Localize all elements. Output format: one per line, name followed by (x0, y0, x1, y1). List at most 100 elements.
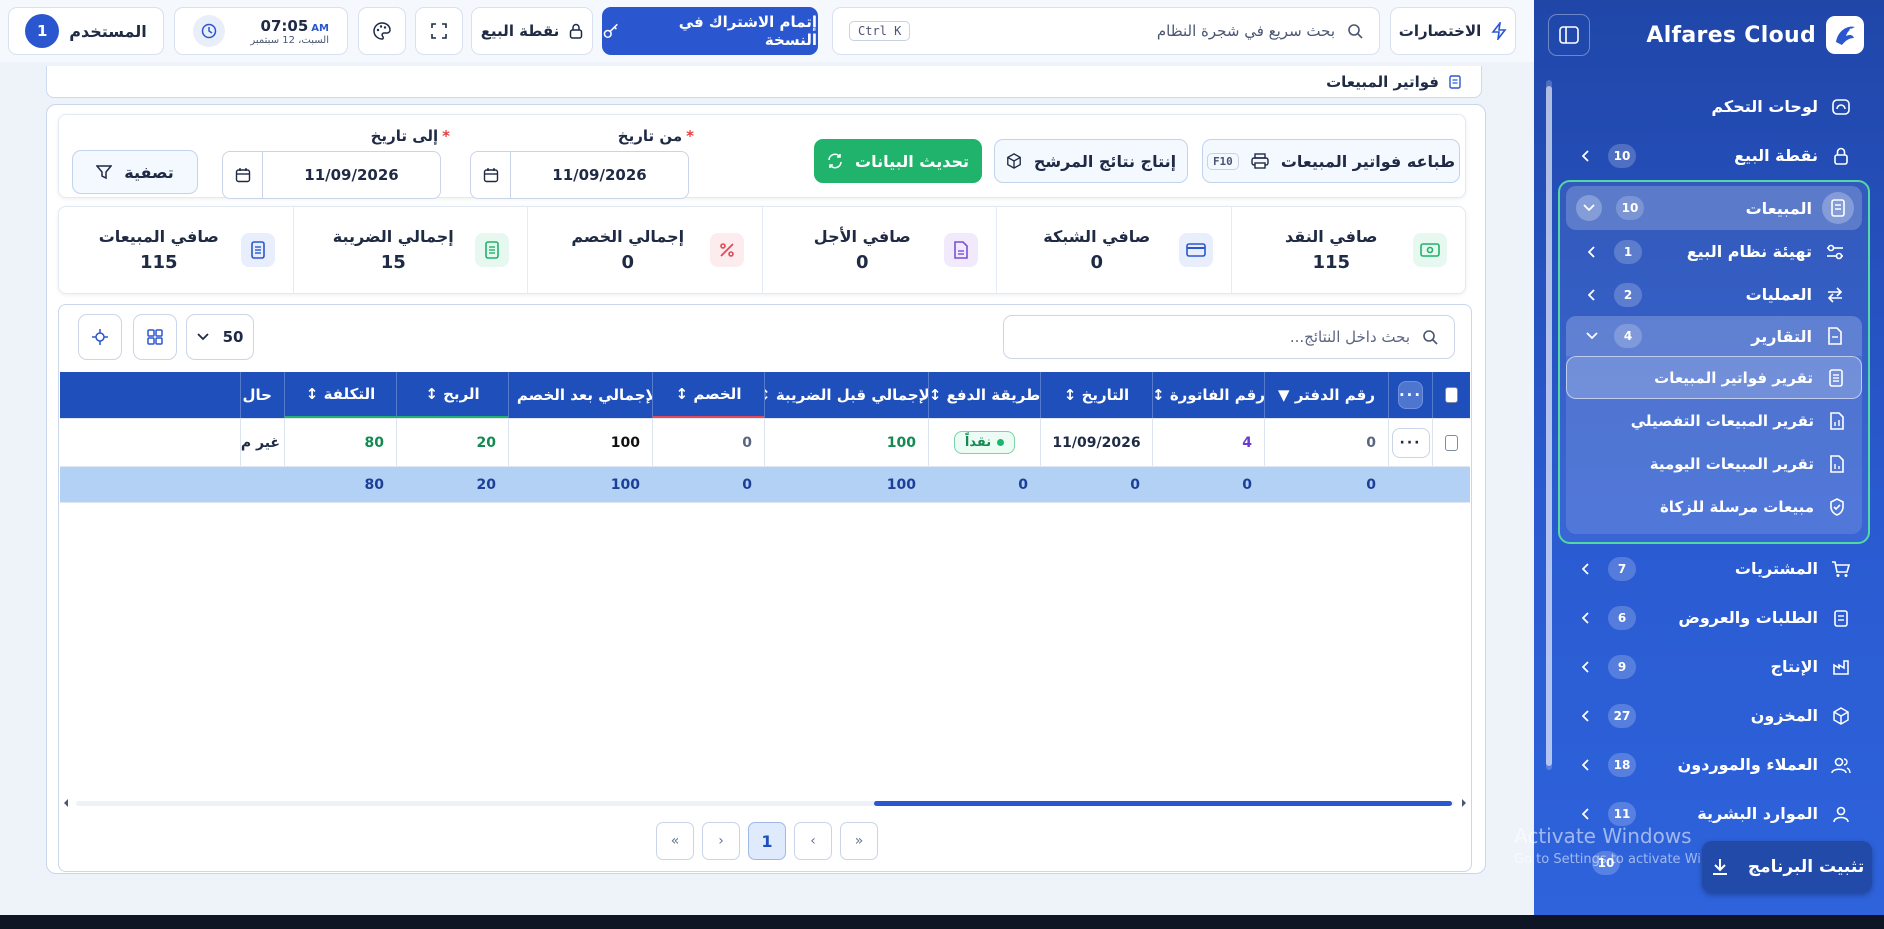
sidebar-item-sales[interactable]: المبيعات 10 (1566, 186, 1862, 230)
ledger-icon (475, 233, 509, 267)
refresh-icon (828, 153, 842, 169)
key-icon (603, 23, 618, 38)
col-header-date[interactable]: التاريخ ↕ (1040, 372, 1152, 418)
sidebar-item-production[interactable]: الإنتاج 9 (1564, 642, 1864, 691)
document-chart-icon (1826, 410, 1848, 432)
stat-net-sales: صافي المبيعات 115 (59, 207, 293, 293)
sidebar-item-label: لوحات التحكم (1711, 97, 1818, 116)
search-shortcut-hint: Ctrl K (849, 21, 911, 41)
more-icon[interactable]: ··· (1397, 381, 1424, 409)
sidebar-item-purchases[interactable]: المشتريات 7 (1564, 544, 1864, 593)
produce-filter-results-button[interactable]: إنتاج نتائج المرشح (994, 139, 1188, 183)
stat-label: صافي النقد (1285, 227, 1378, 246)
stat-value: 0 (621, 252, 635, 273)
col-header-label: طريقة الدفع (946, 386, 1040, 404)
col-header-invoice-number[interactable]: رقم الفاتورة ↕ (1152, 372, 1264, 418)
sidebar-toggle-button[interactable] (1548, 14, 1590, 56)
select-all-checkbox[interactable] (1445, 387, 1458, 403)
clock-date: السبت، 12 سبتمبر (250, 34, 329, 46)
page-number-button[interactable]: 1 (748, 822, 786, 860)
install-app-button[interactable]: تثبيت البرنامج (1702, 841, 1872, 893)
total-discount: 0 (742, 476, 752, 493)
stat-value: 15 (380, 252, 406, 273)
cell-invoice-number[interactable]: 4 (1152, 419, 1264, 466)
more-icon[interactable]: ··· (1391, 427, 1430, 458)
grid-icon (147, 329, 163, 345)
sidebar-item-zakat-sales[interactable]: مبيعات مرسلة للزكاة (1566, 485, 1862, 528)
sidebar-item-reports[interactable]: التقارير 4 (1566, 316, 1862, 356)
col-header-book-number[interactable]: رقم الدفتر ▼ (1264, 372, 1388, 418)
table-horizontal-scrollbar[interactable] (62, 797, 1468, 809)
sidebar-item-detailed-sales-report[interactable]: تقرير المبيعات التفصيلي (1566, 399, 1862, 442)
refresh-data-button[interactable]: تحديث البيانات (814, 139, 982, 183)
totals-spacer (1388, 467, 1432, 502)
locate-button[interactable] (78, 314, 122, 360)
print-shortcut-hint: F10 (1206, 152, 1239, 170)
shortcuts-label: الاختصارات (1398, 22, 1482, 40)
last-page-button[interactable]: » (840, 822, 878, 860)
col-header-status[interactable]: حال (240, 372, 284, 418)
col-header-label: التكلفة (323, 385, 376, 403)
brand[interactable]: Alfares Cloud (1646, 16, 1864, 54)
filter-button[interactable]: تصفية (72, 150, 198, 194)
col-header-label: التاريخ (1081, 386, 1130, 404)
refresh-data-label: تحديث البيانات (855, 151, 969, 171)
sidebar-item-dashboards[interactable]: لوحات التحكم (1564, 82, 1864, 131)
sidebar-item-inventory[interactable]: المخزون 27 (1564, 691, 1864, 740)
sidebar-item-customers-suppliers[interactable]: العملاء والموردون 18 (1564, 740, 1864, 789)
fullscreen-button[interactable] (415, 7, 463, 55)
sidebar-item-label: الإنتاج (1770, 657, 1818, 676)
col-header-discount[interactable]: الخصم ↕ (652, 372, 764, 418)
col-header-profit[interactable]: الربح ↕ (396, 372, 508, 418)
shortcuts-button[interactable]: الاختصارات (1390, 7, 1516, 55)
chevron-down-icon[interactable] (1576, 195, 1602, 221)
page-size-select[interactable]: 50 (186, 314, 254, 360)
total-cost: 80 (364, 476, 384, 493)
col-header-total-before-tax[interactable]: الإجمالي قبل الضريبة ↕ (764, 372, 928, 418)
calendar-icon[interactable] (471, 152, 511, 198)
sidebar-item-orders[interactable]: الطلبات والعروض 6 (1564, 593, 1864, 642)
calendar-icon[interactable] (223, 152, 263, 198)
payment-badge: نقداً (953, 431, 1016, 454)
chevron-down-icon (1584, 328, 1600, 344)
results-search-input[interactable]: بحث داخل النتائج... (1003, 315, 1455, 359)
stat-value: 0 (855, 252, 869, 273)
sliders-icon (1824, 241, 1846, 263)
column-layout-button[interactable] (133, 314, 177, 360)
from-date-input[interactable]: 11/09/2026 (470, 151, 689, 199)
pos-button[interactable]: نقطة البيع (471, 7, 593, 55)
sidebar-item-sales-invoices-report[interactable]: تقرير فواتير المبيعات (1566, 356, 1862, 399)
sidebar-item-pos[interactable]: نقطة البيع 10 (1564, 131, 1864, 180)
stat-value: 115 (139, 252, 178, 273)
theme-button[interactable] (358, 7, 406, 55)
complete-subscription-button[interactable]: إتمام الاشتراك في النسخة (602, 7, 818, 55)
receipt-icon (240, 233, 275, 267)
to-date-input[interactable]: 11/09/2026 (222, 151, 441, 199)
col-header-label: حال (242, 386, 272, 404)
cube-icon (1007, 153, 1021, 169)
scroll-left-icon[interactable] (62, 798, 70, 808)
col-header-payment-method[interactable]: طريقة الدفع ↕ (928, 372, 1040, 418)
sidebar-item-label: المخزون (1750, 706, 1818, 725)
row-checkbox[interactable] (1445, 434, 1458, 451)
system-search-input[interactable]: بحث سريع في شجرة النظام Ctrl K (832, 7, 1380, 55)
topbar: الاختصارات بحث سريع في شجرة النظام Ctrl … (0, 0, 1534, 62)
clipboard-icon (1830, 607, 1852, 629)
stat-label: صافي الشبكة (1043, 227, 1151, 246)
col-header-cost[interactable]: التكلفة ↕ (284, 372, 396, 418)
chevron-left-icon (1578, 757, 1594, 773)
user-menu-button[interactable]: المستخدم 1 (8, 7, 164, 55)
sidebar-scrollbar[interactable] (1546, 80, 1552, 770)
first-page-button[interactable]: « (656, 822, 694, 860)
sidebar-item-operations[interactable]: العمليات 2 (1566, 273, 1862, 316)
scroll-right-icon[interactable] (1460, 798, 1468, 808)
col-header-total-after-discount[interactable]: الإجمالي بعد الخصم ↕ (508, 372, 652, 418)
col-header-label: رقم الدفتر (1294, 386, 1375, 404)
table-row[interactable]: ··· 0 4 11/09/2026 نقداً 100 0 100 20 80… (60, 419, 1470, 467)
prev-page-button[interactable]: › (702, 822, 740, 860)
sidebar-item-daily-sales-report[interactable]: تقرير المبيعات اليومية (1566, 442, 1862, 485)
sidebar-item-sales-setup[interactable]: تهيئة نظام البيع 1 (1566, 230, 1862, 273)
next-page-button[interactable]: ‹ (794, 822, 832, 860)
print-invoices-button[interactable]: طباعه فواتير المبيعات F10 (1202, 139, 1460, 183)
percent-icon (709, 233, 744, 267)
